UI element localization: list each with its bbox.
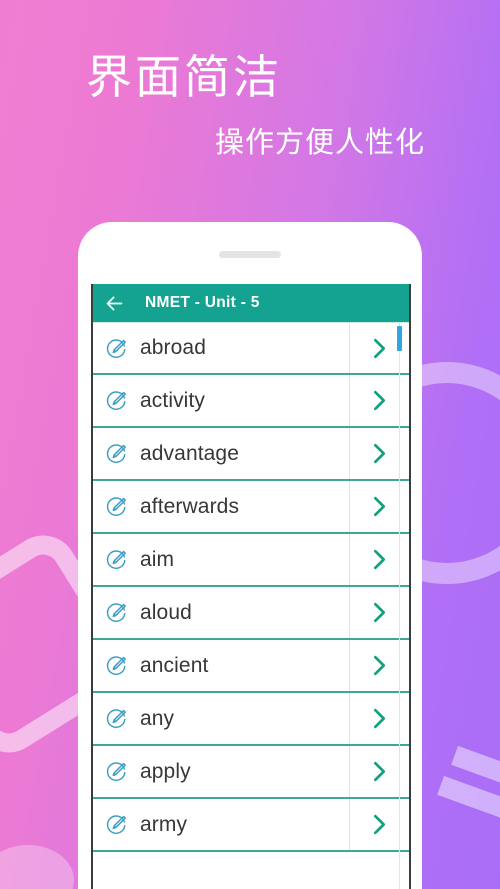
edit-circle-icon[interactable] [105,601,128,624]
word-list-item[interactable]: advantage [93,428,409,481]
word-detail-button[interactable] [349,587,409,638]
word-label: abroad [140,336,206,359]
scrollbar-thumb[interactable] [397,326,402,351]
chevron-right-icon [373,549,386,570]
word-list-item[interactable]: any [93,693,409,746]
word-detail-button[interactable] [349,375,409,426]
word-label: ancient [140,653,209,677]
word-label: afterwards [140,494,240,518]
word-detail-button[interactable] [349,428,409,479]
edit-circle-icon[interactable] [105,548,128,571]
chevron-right-icon [373,496,386,517]
edit-circle-icon[interactable] [105,813,128,836]
word-list-item[interactable]: ancient [93,640,409,693]
word-detail-button[interactable] [349,799,409,850]
promo-screen: 界面简洁 操作方便人性化 NMET - Unit - 5 abroad acti… [0,0,500,889]
chevron-right-icon [373,655,386,676]
word-list[interactable]: abroad activity advantage afterwards aim… [93,322,409,852]
word-list-item[interactable]: abroad [93,322,409,375]
edit-circle-icon[interactable] [105,707,128,730]
chevron-right-icon [373,761,386,782]
word-label: aim [140,547,175,571]
promo-headline: 界面简洁 [86,51,282,103]
edit-circle-icon[interactable] [105,495,128,518]
chevron-right-icon [373,814,386,835]
app-bar-title: NMET - Unit - 5 [145,294,260,311]
edit-circle-icon[interactable] [105,389,128,412]
chevron-right-icon [373,443,386,464]
word-label: advantage [140,441,239,465]
word-list-item[interactable]: activity [93,375,409,428]
word-label: any [140,706,175,730]
edit-circle-icon[interactable] [105,654,128,677]
edit-circle-icon[interactable] [105,760,128,783]
word-label: army [140,812,188,836]
app-bar: NMET - Unit - 5 [93,284,409,322]
decorative-chevron-shape [437,775,500,825]
word-list-item[interactable]: army [93,799,409,852]
word-detail-button[interactable] [349,534,409,585]
word-label: activity [140,388,205,412]
word-detail-button[interactable] [349,481,409,532]
word-list-item[interactable]: apply [93,746,409,799]
word-list-item[interactable]: aim [93,534,409,587]
word-detail-button[interactable] [349,693,409,744]
edit-circle-icon[interactable] [105,337,128,360]
decorative-blob [0,845,74,889]
chevron-right-icon [373,708,386,729]
edit-circle-icon[interactable] [105,442,128,465]
app-screen: NMET - Unit - 5 abroad activity advantag… [91,284,411,889]
word-label: apply [140,759,191,783]
word-list-item[interactable]: aloud [93,587,409,640]
scrollbar-track[interactable] [399,322,400,889]
phone-mockup: NMET - Unit - 5 abroad activity advantag… [78,222,422,889]
word-label: aloud [140,600,192,624]
chevron-right-icon [373,338,386,358]
word-detail-button[interactable] [349,746,409,797]
word-list-item[interactable]: afterwards [93,481,409,534]
chevron-right-icon [373,390,386,411]
promo-subheadline: 操作方便人性化 [215,127,426,159]
chevron-right-icon [373,602,386,623]
arrow-left-icon[interactable] [104,293,125,314]
speaker-bar-icon [219,251,281,258]
word-detail-button[interactable] [349,640,409,691]
